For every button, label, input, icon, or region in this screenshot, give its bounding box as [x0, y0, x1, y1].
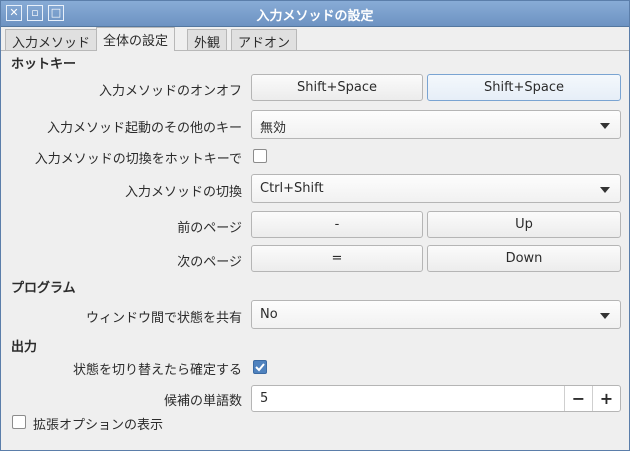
- tab-input-method[interactable]: 入力メソッド: [5, 29, 98, 51]
- next-key2-button[interactable]: Down: [427, 245, 621, 272]
- candidate-count-value: 5: [260, 391, 269, 406]
- switch-im-select[interactable]: Ctrl+Shift: [251, 174, 621, 203]
- chevron-down-icon: [600, 187, 610, 193]
- advanced-options-label: 拡張オプションの表示: [33, 418, 164, 433]
- checkmark-icon: [255, 363, 265, 372]
- advanced-options-checkbox[interactable]: [12, 415, 26, 429]
- chevron-down-icon: [600, 123, 610, 129]
- plus-icon[interactable]: +: [592, 386, 620, 411]
- prev-key2-button[interactable]: Up: [427, 211, 621, 238]
- toggle-key1-button[interactable]: Shift+Space: [251, 74, 423, 101]
- tab-addons[interactable]: アドオン: [231, 29, 298, 51]
- chevron-down-icon: [600, 313, 610, 319]
- minus-icon[interactable]: −: [564, 386, 592, 411]
- toggle-im-label: 入力メソッドのオンオフ: [98, 84, 242, 99]
- extra-key-label: 入力メソッド起動のその他のキー: [46, 121, 242, 136]
- switch-hotkey-checkbox[interactable]: [253, 149, 267, 163]
- tab-bar: 入力メソッド 全体の設定 外観 アドオン: [1, 27, 629, 51]
- commit-on-switch-checkbox[interactable]: [253, 360, 267, 374]
- tab-appearance[interactable]: 外観: [187, 29, 228, 51]
- prev-key1-button[interactable]: -: [251, 211, 423, 238]
- switch-im-value: Ctrl+Shift: [260, 181, 324, 196]
- share-state-value: No: [260, 307, 278, 322]
- prev-page-label: 前のページ: [177, 221, 242, 236]
- extra-key-select[interactable]: 無効: [251, 110, 621, 139]
- title-bar[interactable]: ✕ ▫ □ 入力メソッドの設定: [1, 1, 629, 27]
- section-hotkey: ホットキー: [11, 57, 77, 72]
- toggle-key2-button[interactable]: Shift+Space: [427, 74, 621, 101]
- settings-window: ✕ ▫ □ 入力メソッドの設定 入力メソッド 全体の設定 外観 アドオン ホット…: [0, 0, 630, 451]
- section-program: プログラム: [11, 281, 76, 296]
- next-page-label: 次のページ: [177, 255, 242, 270]
- extra-key-value: 無効: [260, 121, 287, 136]
- share-state-select[interactable]: No: [251, 300, 621, 329]
- section-output: 出力: [11, 340, 38, 355]
- switch-im-label: 入力メソッドの切換: [124, 185, 242, 200]
- tab-global-settings[interactable]: 全体の設定: [96, 27, 176, 51]
- share-state-label: ウィンドウ間で状態を共有: [85, 311, 242, 326]
- candidate-count-label: 候補の単語数: [163, 394, 242, 409]
- commit-on-switch-label: 状態を切り替えたら確定する: [72, 363, 242, 378]
- switch-hotkey-label: 入力メソッドの切換をホットキーで: [34, 152, 242, 167]
- candidate-count-spinbox[interactable]: 5 − +: [251, 385, 621, 412]
- next-key1-button[interactable]: =: [251, 245, 423, 272]
- window-title: 入力メソッドの設定: [256, 9, 374, 24]
